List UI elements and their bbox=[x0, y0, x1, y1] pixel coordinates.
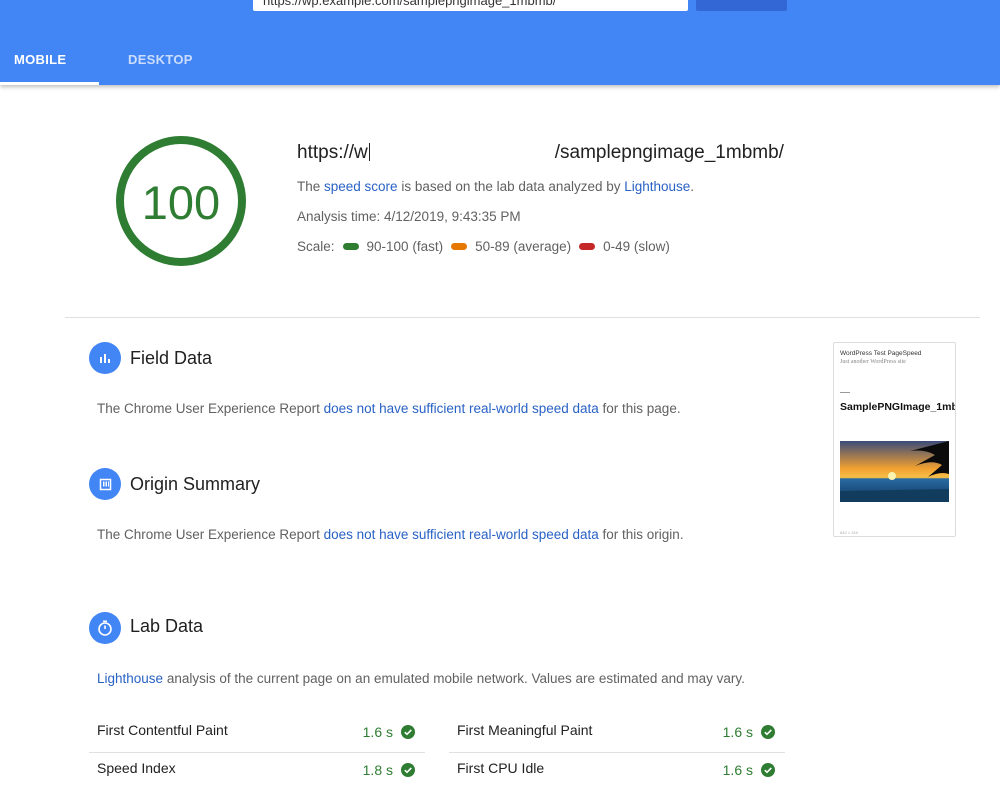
lab-lighthouse-link[interactable]: Lighthouse bbox=[97, 671, 163, 686]
sunset-image bbox=[840, 441, 949, 502]
average-pill-icon bbox=[451, 243, 468, 250]
top-app-bar: MOBILE DESKTOP bbox=[0, 0, 1000, 85]
thumbnail-site-name: WordPress Test PageSpeed bbox=[840, 350, 922, 357]
origin-summary-link[interactable]: does not have sufficient real-world spee… bbox=[324, 527, 599, 542]
bar-chart-icon bbox=[89, 342, 121, 374]
check-circle-icon bbox=[761, 725, 775, 739]
metric-label: First Meaningful Paint bbox=[457, 722, 593, 738]
lab-data-title: Lab Data bbox=[130, 616, 204, 636]
metric-value: 1.6 s bbox=[722, 762, 753, 778]
check-circle-icon bbox=[401, 725, 415, 739]
analyzed-url: https://w/samplepngimage_1mbmb/ bbox=[297, 142, 784, 164]
metric-value: 1.8 s bbox=[362, 762, 393, 778]
metric-label: First Contentful Paint bbox=[97, 722, 228, 738]
metric-first-contentful-paint: First Contentful Paint 1.6 s bbox=[89, 714, 425, 753]
field-data-link[interactable]: does not have sufficient real-world spee… bbox=[324, 401, 599, 416]
text-caret bbox=[368, 143, 370, 161]
timer-icon bbox=[89, 612, 121, 644]
score-value: 100 bbox=[142, 176, 220, 229]
scale-fast: 90-100 (fast) bbox=[366, 239, 444, 254]
tab-desktop[interactable]: DESKTOP bbox=[128, 52, 193, 67]
tab-mobile[interactable]: MOBILE bbox=[14, 52, 66, 67]
section-divider bbox=[65, 317, 980, 318]
scale-average: 50-89 (average) bbox=[475, 239, 572, 254]
analysis-time: Analysis time: 4/12/2019, 9:43:35 PM bbox=[297, 209, 521, 224]
slow-pill-icon bbox=[579, 243, 596, 250]
scale-label: Scale: bbox=[297, 239, 335, 254]
scale-slow: 0-49 (slow) bbox=[603, 239, 670, 254]
thumbnail-footer: 842 × 315 bbox=[840, 530, 858, 535]
url-input[interactable] bbox=[253, 0, 688, 11]
speed-score-link[interactable]: speed score bbox=[324, 179, 398, 194]
metric-speed-index: Speed Index 1.8 s bbox=[89, 752, 425, 791]
metric-label: Speed Index bbox=[97, 760, 176, 776]
active-tab-indicator bbox=[0, 82, 99, 85]
field-data-text: The Chrome User Experience Report does n… bbox=[97, 401, 681, 416]
origin-summary-text: The Chrome User Experience Report does n… bbox=[97, 527, 684, 542]
lighthouse-link[interactable]: Lighthouse bbox=[624, 179, 690, 194]
origin-summary-title: Origin Summary bbox=[130, 474, 261, 494]
score-scale: Scale: 90-100 (fast) 50-89 (average) 0-4… bbox=[297, 239, 670, 254]
analyzed-url-end: /samplepngimage_1mbmb/ bbox=[554, 142, 784, 163]
field-data-title: Field Data bbox=[130, 348, 213, 368]
score-gauge: 100 bbox=[116, 136, 246, 266]
metric-value: 1.6 s bbox=[722, 724, 753, 740]
metric-first-meaningful-paint: First Meaningful Paint 1.6 s bbox=[449, 714, 785, 753]
lab-data-text: Lighthouse analysis of the current page … bbox=[97, 671, 745, 686]
analyzed-url-start: https://w bbox=[297, 142, 368, 163]
metric-first-cpu-idle: First CPU Idle 1.6 s bbox=[449, 752, 785, 791]
thumbnail-post-title: SamplePNGImage_1mbmb bbox=[840, 401, 955, 413]
score-description: The speed score is based on the lab data… bbox=[297, 179, 695, 194]
fast-pill-icon bbox=[342, 243, 359, 250]
metric-value: 1.6 s bbox=[362, 724, 393, 740]
thumbnail-tagline: Just another WordPress site bbox=[840, 359, 906, 365]
page-screenshot-thumbnail: WordPress Test PageSpeed Just another Wo… bbox=[833, 342, 956, 537]
library-icon bbox=[89, 468, 121, 500]
metric-label: First CPU Idle bbox=[457, 760, 545, 776]
analyze-button[interactable] bbox=[696, 0, 787, 11]
